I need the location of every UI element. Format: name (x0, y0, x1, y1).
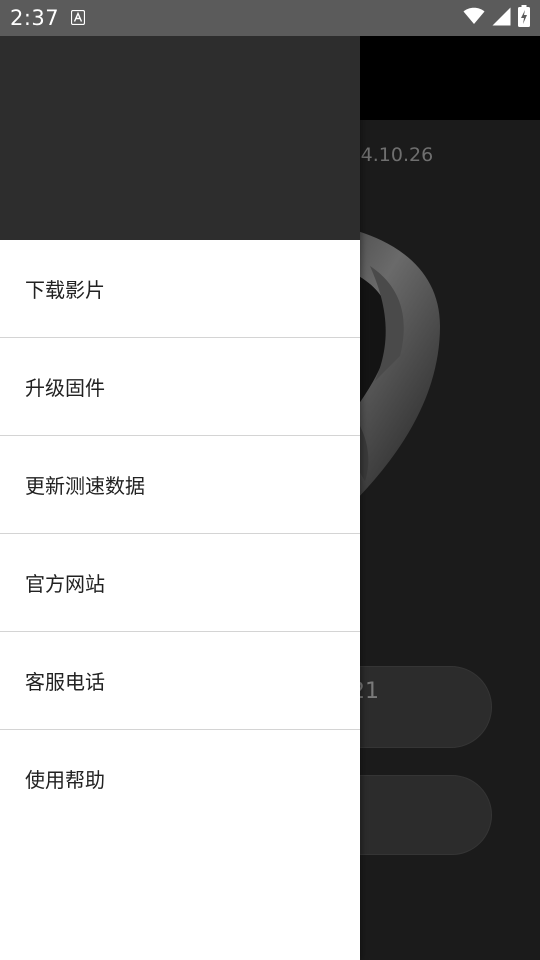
battery-charging-icon (518, 5, 530, 31)
menu-item-customer-service[interactable]: 客服电话 (0, 632, 360, 730)
status-time: 2:37 (10, 6, 60, 30)
status-icons (463, 5, 530, 31)
screen: 2:37 21 下载影片 升级固件 更新测速数据 官方网站 客服电话 使用帮助 (0, 0, 540, 960)
menu-item-help[interactable]: 使用帮助 (0, 730, 360, 827)
drawer-header (0, 36, 360, 240)
keyboard-a-icon (70, 9, 86, 26)
menu-item-official-website[interactable]: 官方网站 (0, 534, 360, 632)
menu-item-update-speed-data[interactable]: 更新测速数据 (0, 436, 360, 534)
status-bar: 2:37 (0, 0, 540, 36)
wifi-icon (463, 7, 485, 29)
navigation-drawer: 下载影片 升级固件 更新测速数据 官方网站 客服电话 使用帮助 (0, 36, 360, 960)
menu-item-download-videos[interactable]: 下载影片 (0, 240, 360, 338)
cell-signal-icon (492, 7, 511, 30)
menu-item-upgrade-firmware[interactable]: 升级固件 (0, 338, 360, 436)
drawer-menu: 下载影片 升级固件 更新测速数据 官方网站 客服电话 使用帮助 (0, 240, 360, 827)
